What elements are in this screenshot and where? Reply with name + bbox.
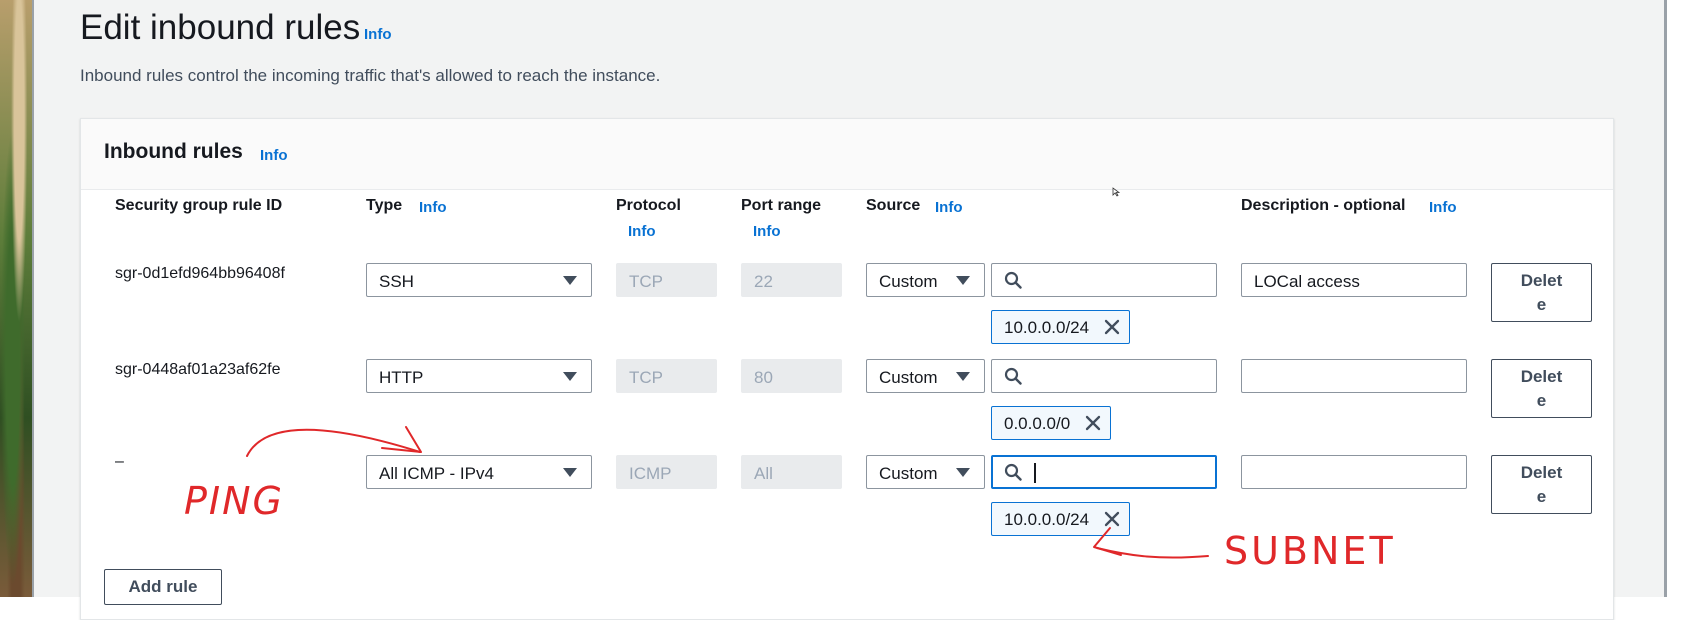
type-select[interactable]: All ICMP - IPv4 xyxy=(366,455,592,489)
delete-rule-button[interactable]: Delet e xyxy=(1491,455,1592,514)
add-rule-button[interactable]: Add rule xyxy=(104,569,222,605)
description-input[interactable] xyxy=(1241,359,1467,393)
type-select[interactable]: HTTP xyxy=(366,359,592,393)
protocol-field: TCP xyxy=(616,359,717,393)
port-range-field: 22 xyxy=(741,263,842,297)
delete-label: Delet xyxy=(1520,463,1563,482)
close-icon[interactable] xyxy=(1103,510,1121,528)
caret-down-icon xyxy=(956,276,970,285)
protocol-field: ICMP xyxy=(616,455,717,489)
caret-down-icon xyxy=(563,276,577,285)
delete-rule-button[interactable]: Delet e xyxy=(1491,359,1592,418)
port-range-info-link[interactable]: Info xyxy=(753,223,781,240)
search-icon xyxy=(1004,271,1022,289)
scrollbar-area[interactable] xyxy=(1667,0,1700,597)
type-info-link[interactable]: Info xyxy=(419,199,447,216)
close-icon[interactable] xyxy=(1084,414,1102,432)
delete-rule-button[interactable]: Delet e xyxy=(1491,263,1592,322)
search-icon xyxy=(1004,463,1022,481)
panel-header: Inbound rules Info xyxy=(81,119,1613,190)
text-cursor xyxy=(1034,463,1036,483)
column-header-source: Source xyxy=(866,197,921,214)
column-header-description: Description - optional xyxy=(1241,197,1406,214)
type-select[interactable]: SSH xyxy=(366,263,592,297)
delete-label: Delet xyxy=(1520,271,1563,290)
page-title-info-link[interactable]: Info xyxy=(364,26,392,43)
caret-down-icon xyxy=(563,468,577,477)
source-search-input[interactable] xyxy=(991,359,1217,393)
panel-title: Inbound rules xyxy=(104,140,243,163)
panel-title-info-link[interactable]: Info xyxy=(260,147,288,164)
rule-id: sgr-0448af01a23af62fe xyxy=(115,361,281,378)
source-type-select[interactable]: Custom xyxy=(866,359,985,393)
source-type-select[interactable]: Custom xyxy=(866,263,985,297)
page-title: Edit inbound rules xyxy=(80,8,361,47)
protocol-info-link[interactable]: Info xyxy=(628,223,656,240)
source-token-value: 10.0.0.0/24 xyxy=(1004,510,1090,529)
delete-label: Delet xyxy=(1520,367,1563,386)
background-photo xyxy=(0,0,32,597)
column-header-protocol: Protocol xyxy=(616,197,681,214)
search-icon xyxy=(1004,367,1022,385)
page-description: Inbound rules control the incoming traff… xyxy=(80,66,661,85)
column-header-rule-id: Security group rule ID xyxy=(115,197,283,214)
caret-down-icon xyxy=(563,372,577,381)
source-token-value: 0.0.0.0/0 xyxy=(1004,414,1071,433)
delete-label-wrap: e xyxy=(1536,295,1547,314)
source-type-select[interactable]: Custom xyxy=(866,455,985,489)
source-type-value: Custom xyxy=(879,464,938,483)
source-search-input[interactable] xyxy=(991,263,1217,297)
source-token: 0.0.0.0/0 xyxy=(991,406,1111,440)
source-search-input[interactable] xyxy=(991,455,1217,489)
description-input[interactable] xyxy=(1241,455,1467,489)
rule-id: sgr-0d1efd964bb96408f xyxy=(115,265,285,282)
type-select-value: SSH xyxy=(379,272,414,291)
mouse-pointer-icon xyxy=(1112,187,1120,197)
delete-label-wrap: e xyxy=(1536,487,1547,506)
description-info-link[interactable]: Info xyxy=(1429,199,1457,216)
source-info-link[interactable]: Info xyxy=(935,199,963,216)
close-icon[interactable] xyxy=(1103,318,1121,336)
source-token: 10.0.0.0/24 xyxy=(991,310,1130,344)
column-header-type: Type xyxy=(366,197,403,214)
caret-down-icon xyxy=(956,468,970,477)
source-type-value: Custom xyxy=(879,272,938,291)
port-range-field: All xyxy=(741,455,842,489)
description-input[interactable]: LOCal access xyxy=(1241,263,1467,297)
port-range-field: 80 xyxy=(741,359,842,393)
type-select-value: HTTP xyxy=(379,368,424,387)
source-token-value: 10.0.0.0/24 xyxy=(1004,318,1090,337)
source-token: 10.0.0.0/24 xyxy=(991,502,1130,536)
delete-label-wrap: e xyxy=(1536,391,1547,410)
source-type-value: Custom xyxy=(879,368,938,387)
caret-down-icon xyxy=(956,372,970,381)
column-header-port-range: Port range xyxy=(741,197,822,214)
type-select-value: All ICMP - IPv4 xyxy=(379,464,494,483)
rule-id: – xyxy=(115,453,124,470)
protocol-field: TCP xyxy=(616,263,717,297)
